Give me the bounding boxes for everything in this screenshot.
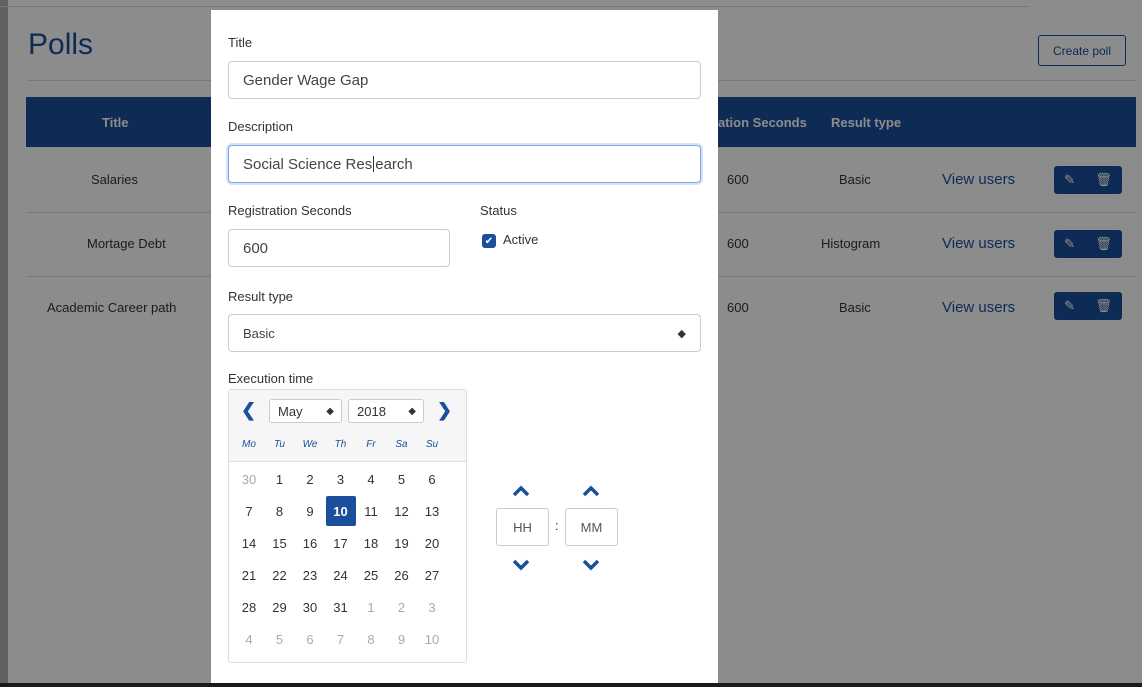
select-arrows-icon: ◆ xyxy=(326,405,334,417)
calendar-day[interactable]: 5 xyxy=(265,624,295,654)
calendar-day[interactable]: 12 xyxy=(387,496,417,526)
status-label: Status xyxy=(480,203,517,218)
select-arrows-icon: ◆ xyxy=(677,327,686,340)
date-picker: ❮ May ◆ 2018 ◆ ❯ Mo Tu We Th Fr Sa Su 30 1 2 3 4 5 6… xyxy=(228,389,467,663)
calendar-day[interactable]: 9 xyxy=(387,624,417,654)
calendar-day[interactable]: 14 xyxy=(234,528,264,558)
weekday-label: Mo xyxy=(242,439,256,450)
result-type-value: Basic xyxy=(243,325,275,341)
registration-seconds-value: 600 xyxy=(243,239,269,257)
calendar-day[interactable]: 2 xyxy=(387,592,417,622)
result-type-label: Result type xyxy=(228,289,294,304)
calendar-day[interactable]: 29 xyxy=(265,592,295,622)
weekday-label: Sa xyxy=(395,439,408,450)
calendar-day[interactable]: 10 xyxy=(417,624,447,654)
calendar-day[interactable]: 8 xyxy=(356,624,386,654)
time-separator: : xyxy=(555,518,559,533)
active-checkbox-label[interactable]: Active xyxy=(503,232,538,247)
calendar-day[interactable]: 16 xyxy=(295,528,325,558)
calendar-day[interactable]: 2 xyxy=(295,464,325,494)
description-input[interactable]: Social Science Res earch xyxy=(228,145,701,183)
calendar-day[interactable]: 6 xyxy=(417,464,447,494)
calendar-day-selected[interactable]: 10 xyxy=(325,496,356,526)
text-caret xyxy=(373,156,375,172)
calendar-day[interactable]: 7 xyxy=(326,624,356,654)
minutes-up-icon[interactable] xyxy=(581,484,601,498)
weekday-label: Su xyxy=(425,439,439,450)
calendar-day[interactable]: 21 xyxy=(234,560,264,590)
minutes-down-icon[interactable] xyxy=(581,558,601,572)
year-select[interactable]: 2018 ◆ xyxy=(348,399,424,423)
calendar-day[interactable]: 25 xyxy=(356,560,386,590)
calendar-day[interactable]: 4 xyxy=(234,624,264,654)
weekday-label: Th xyxy=(334,439,347,450)
month-select[interactable]: May ◆ xyxy=(269,399,342,423)
calendar-day[interactable]: 30 xyxy=(234,464,264,494)
calendar-day[interactable]: 23 xyxy=(295,560,325,590)
calendar-day[interactable]: 30 xyxy=(295,592,325,622)
calendar-day[interactable]: 1 xyxy=(265,464,295,494)
title-input[interactable]: Gender Wage Gap xyxy=(228,61,701,99)
description-text-after-caret: earch xyxy=(375,155,413,173)
calendar-day[interactable]: 5 xyxy=(387,464,417,494)
year-value: 2018 xyxy=(357,403,386,419)
result-type-select[interactable]: Basic ◆ xyxy=(228,314,701,352)
calendar-day[interactable]: 15 xyxy=(265,528,295,558)
title-input-value: Gender Wage Gap xyxy=(243,71,369,89)
calendar-day[interactable]: 13 xyxy=(417,496,447,526)
calendar-day[interactable]: 26 xyxy=(387,560,417,590)
weekday-label: Tu xyxy=(274,439,285,450)
calendar-day[interactable]: 17 xyxy=(326,528,356,558)
registration-seconds-label: Registration Seconds xyxy=(228,203,352,218)
calendar-day[interactable]: 1 xyxy=(356,592,386,622)
execution-time-label: Execution time xyxy=(228,371,314,386)
calendar-day[interactable]: 22 xyxy=(265,560,295,590)
calendar-day[interactable]: 6 xyxy=(295,624,325,654)
poll-form-modal: Title Gender Wage Gap Description Social… xyxy=(211,10,718,683)
bottom-bar xyxy=(0,683,1142,687)
title-label: Title xyxy=(228,35,253,50)
active-checkbox[interactable]: ✔ xyxy=(482,234,496,248)
calendar-day[interactable]: 11 xyxy=(356,496,386,526)
hours-down-icon[interactable] xyxy=(511,558,531,572)
description-label: Description xyxy=(228,119,294,134)
calendar-day[interactable]: 31 xyxy=(326,592,356,622)
calendar-day[interactable]: 24 xyxy=(326,560,356,590)
minutes-input[interactable]: MM xyxy=(565,508,618,546)
calendar-day[interactable]: 7 xyxy=(234,496,264,526)
calendar-day[interactable]: 28 xyxy=(234,592,264,622)
weekday-label: Fr xyxy=(366,439,376,450)
weekday-label: We xyxy=(302,439,318,450)
calendar-day[interactable]: 8 xyxy=(265,496,295,526)
calendar-day[interactable]: 3 xyxy=(326,464,356,494)
calendar-day[interactable]: 27 xyxy=(417,560,447,590)
calendar-day[interactable]: 9 xyxy=(295,496,325,526)
next-month-icon[interactable]: ❯ xyxy=(437,400,452,421)
registration-seconds-input[interactable]: 600 xyxy=(228,229,450,267)
hours-up-icon[interactable] xyxy=(511,484,531,498)
month-value: May xyxy=(278,403,303,419)
prev-month-icon[interactable]: ❮ xyxy=(241,400,256,421)
description-text-before-caret: Social Science Res xyxy=(243,155,373,173)
calendar-day[interactable]: 19 xyxy=(387,528,417,558)
date-picker-header: ❮ May ◆ 2018 ◆ ❯ Mo Tu We Th Fr Sa Su xyxy=(229,390,466,462)
calendar-day[interactable]: 18 xyxy=(356,528,386,558)
calendar-day[interactable]: 20 xyxy=(417,528,447,558)
calendar-day[interactable]: 4 xyxy=(356,464,386,494)
hours-input[interactable]: HH xyxy=(496,508,549,546)
calendar-day[interactable]: 3 xyxy=(417,592,447,622)
select-arrows-icon: ◆ xyxy=(408,405,416,417)
